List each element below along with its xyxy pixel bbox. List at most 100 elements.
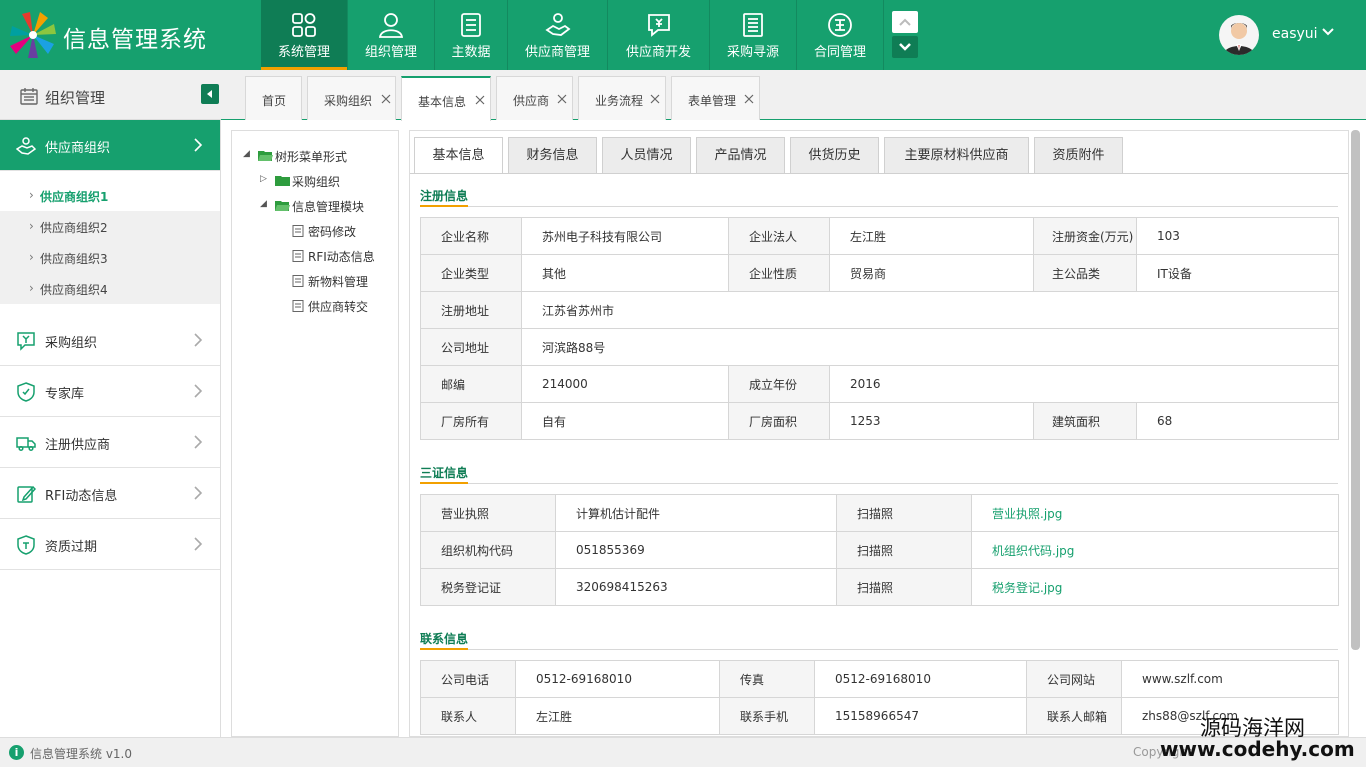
sidebar-item-register-supplier[interactable]: 注册供应商 xyxy=(0,417,220,468)
nav-org-management[interactable]: 组织管理 xyxy=(348,0,435,70)
scan-file-link[interactable]: 机组织代码.jpg xyxy=(971,531,1339,569)
cell-key: 公司地址 xyxy=(420,328,522,366)
submenu-item[interactable]: › 供应商组织2 xyxy=(0,211,220,242)
cell-key: 税务登记证 xyxy=(420,568,556,606)
section-underline xyxy=(420,205,468,207)
bullet-icon: › xyxy=(29,250,34,264)
tab-workflow[interactable]: 业务流程 xyxy=(578,76,666,120)
nav-procurement-sourcing[interactable]: 采购寻源 xyxy=(710,0,797,70)
chevron-right-icon xyxy=(194,486,203,500)
cell-key: 联系人 xyxy=(420,697,516,735)
table-row: 邮编 214000 成立年份 2016 xyxy=(420,365,1339,403)
cell-key: 主公品类 xyxy=(1033,254,1137,292)
scan-file-link[interactable]: 营业执照.jpg xyxy=(971,494,1339,532)
table-row: 企业类型 其他 企业性质 贸易商 主公品类 IT设备 xyxy=(420,254,1339,292)
nav-master-data[interactable]: 主数据 xyxy=(435,0,508,70)
bullet-icon: › xyxy=(29,188,34,202)
tab-home[interactable]: 首页 xyxy=(245,76,302,120)
tree-collapsed-icon[interactable]: ▷ xyxy=(260,174,267,184)
chevron-down-icon[interactable] xyxy=(1320,24,1336,40)
user-icon xyxy=(378,13,404,38)
tree-expand-icon[interactable]: ◢ xyxy=(260,199,267,209)
tab-personnel[interactable]: 人员情况 xyxy=(602,137,691,173)
cell-value: 贸易商 xyxy=(829,254,1034,292)
scrollbar[interactable] xyxy=(1351,130,1360,650)
cell-key: 厂房面积 xyxy=(728,402,830,440)
chevron-right-icon xyxy=(194,537,203,551)
cell-key: 扫描照 xyxy=(836,531,972,569)
file-icon xyxy=(292,300,304,312)
folder-open-icon xyxy=(275,201,290,211)
section-title: 注册信息 xyxy=(420,189,469,203)
watermark-line2: www.codehy.com xyxy=(1160,737,1355,761)
submenu-item[interactable]: › 供应商组织4 xyxy=(0,273,220,304)
folder-icon xyxy=(275,176,290,186)
tab-purchase-org[interactable]: 采购组织 xyxy=(307,76,396,120)
tab-raw-material-suppliers[interactable]: 主要原材料供应商 xyxy=(884,137,1029,173)
table-row: 企业名称 苏州电子科技有限公司 企业法人 左江胜 注册资金(万元) 103 xyxy=(420,217,1339,255)
submenu-item[interactable]: › 供应商组织1 xyxy=(0,180,220,211)
nav-contract-management[interactable]: 合同管理 xyxy=(797,0,884,70)
sidebar-item-label: RFI动态信息 xyxy=(45,489,118,504)
tab-form-management[interactable]: 表单管理 xyxy=(671,76,760,120)
divider xyxy=(410,173,1348,174)
cell-value: 计算机估计配件 xyxy=(555,494,837,532)
sidebar-collapse-button[interactable] xyxy=(201,84,219,104)
money-chat-icon xyxy=(647,14,670,37)
close-icon[interactable] xyxy=(650,94,660,104)
logo-icon xyxy=(10,12,56,58)
sidebar-item-qualification-expired[interactable]: 资质过期 xyxy=(0,519,220,570)
table-row: 公司地址 河滨路88号 xyxy=(420,328,1339,366)
sidebar-item-expert-library[interactable]: 专家库 xyxy=(0,366,220,417)
cell-value: 苏州电子科技有限公司 xyxy=(521,217,729,255)
scan-file-link[interactable]: 税务登记.jpg xyxy=(971,568,1339,606)
close-icon[interactable] xyxy=(475,95,485,105)
version-text: 信息管理系统 v1.0 xyxy=(30,747,133,761)
sidebar: 组织管理 供应商组织 › 供应商组织1 › 供应商组织2 › 供应商组织3 › … xyxy=(0,70,221,737)
tab-finance[interactable]: 财务信息 xyxy=(508,137,597,173)
tab-basic-info-inner[interactable]: 基本信息 xyxy=(414,137,503,174)
cell-value: 320698415263 xyxy=(555,568,837,606)
sidebar-item-label: 注册供应商 xyxy=(45,438,111,453)
cell-key: 成立年份 xyxy=(728,365,830,403)
cell-key: 公司电话 xyxy=(420,660,516,698)
table-row: 营业执照 计算机估计配件 扫描照 营业执照.jpg xyxy=(420,494,1339,532)
tab-supply-history[interactable]: 供货历史 xyxy=(790,137,879,173)
nav-supplier-development[interactable]: 供应商开发 xyxy=(608,0,710,70)
avatar[interactable] xyxy=(1219,15,1259,55)
tab-basic-info[interactable]: 基本信息 xyxy=(401,76,491,121)
nav-scroll-down-button[interactable] xyxy=(892,36,918,58)
tree-panel: ◢ 树形菜单形式 ▷ 采购组织 ◢ 信息管理模块 密码修改 RFI动态信息 新物… xyxy=(231,130,399,737)
cell-value: 左江胜 xyxy=(515,697,720,735)
close-icon[interactable] xyxy=(381,94,391,104)
submenu-item[interactable]: › 供应商组织3 xyxy=(0,242,220,273)
cell-key: 企业类型 xyxy=(420,254,522,292)
tab-supplier[interactable]: 供应商 xyxy=(496,76,573,120)
purchase-icon xyxy=(17,332,35,351)
tab-qualification-attachments[interactable]: 资质附件 xyxy=(1034,137,1123,173)
username[interactable]: easyui xyxy=(1272,26,1318,42)
nav-scroll-up-button[interactable] xyxy=(892,11,918,33)
folder-open-icon xyxy=(258,151,273,161)
chevron-up-icon xyxy=(899,18,911,26)
tab-label: 采购组织 xyxy=(324,94,373,108)
sidebar-item-purchase-org[interactable]: 采购组织 xyxy=(0,315,220,366)
close-icon[interactable] xyxy=(557,94,567,104)
nav-system-management[interactable]: 系统管理 xyxy=(261,0,348,70)
cell-value: 2016 xyxy=(829,365,1339,403)
sidebar-item-rfi[interactable]: RFI动态信息 xyxy=(0,468,220,519)
tab-products[interactable]: 产品情况 xyxy=(696,137,785,173)
nav-supplier-management[interactable]: 供应商管理 xyxy=(508,0,608,70)
user-avatar-icon xyxy=(1223,23,1255,55)
certificates-table: 营业执照 计算机估计配件 扫描照 营业执照.jpg 组织机构代码 0518553… xyxy=(420,494,1339,606)
submenu-label: 供应商组织4 xyxy=(40,283,108,297)
sidebar-title: 组织管理 xyxy=(45,89,106,107)
sidebar-header: 组织管理 xyxy=(0,70,221,120)
close-icon[interactable] xyxy=(744,94,754,104)
suppliers-icon xyxy=(16,137,36,155)
sidebar-item-supplier-org[interactable]: 供应商组织 xyxy=(0,120,220,171)
registration-table: 企业名称 苏州电子科技有限公司 企业法人 左江胜 注册资金(万元) 103 企业… xyxy=(420,217,1339,440)
cell-value: 0512-69168010 xyxy=(814,660,1027,698)
tree-expand-icon[interactable]: ◢ xyxy=(243,149,250,159)
cell-value: 其他 xyxy=(521,254,729,292)
